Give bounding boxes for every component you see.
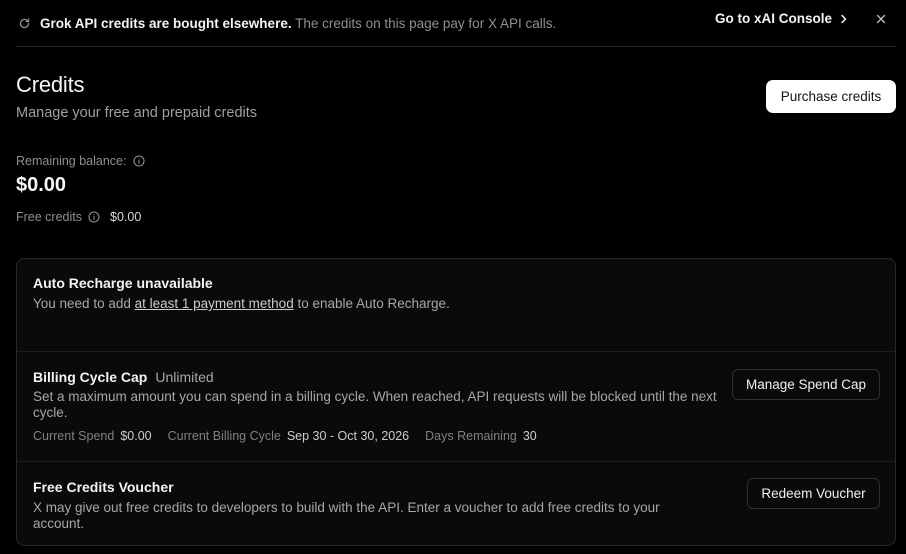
banner-strong-text: Grok API credits are bought elsewhere. xyxy=(40,15,292,31)
auto-recharge-title: Auto Recharge unavailable xyxy=(33,275,213,291)
auto-recharge-section: Auto Recharge unavailable You need to ad… xyxy=(17,259,895,351)
voucher-description: X may give out free credits to developer… xyxy=(33,500,660,531)
billing-cap-status: Unlimited xyxy=(155,369,214,385)
billing-cap-description: Set a maximum amount you can spend in a … xyxy=(33,389,717,420)
days-remaining-label: Days Remaining xyxy=(425,429,517,443)
refresh-icon xyxy=(18,16,32,30)
xai-console-link-label: Go to xAI Console xyxy=(714,11,832,26)
chevron-right-icon xyxy=(840,14,850,24)
info-icon[interactable] xyxy=(132,155,145,167)
billing-cap-title: Billing Cycle Cap xyxy=(33,369,148,385)
remaining-balance-label-row: Remaining balance: xyxy=(16,154,145,168)
current-spend-value: $0.00 xyxy=(120,429,152,443)
free-credits-voucher-section: Free Credits Voucher X may give out free… xyxy=(17,461,895,545)
credits-page: Grok API credits are bought elsewhere. T… xyxy=(0,0,906,554)
banner-text: The credits on this page pay for X API c… xyxy=(291,15,557,31)
info-banner: Grok API credits are bought elsewhere. T… xyxy=(16,0,896,47)
current-spend-label: Current Spend xyxy=(33,429,115,443)
remaining-balance-label: Remaining balance: xyxy=(16,154,127,168)
redeem-voucher-button[interactable]: Redeem Voucher xyxy=(747,478,880,509)
close-icon[interactable] xyxy=(874,12,888,26)
xai-console-link[interactable]: Go to xAI Console xyxy=(715,11,850,26)
billing-cycle-value: Sep 30 - Oct 30, 2026 xyxy=(286,429,410,443)
free-credits-value: $0.00 xyxy=(110,210,142,224)
page-subtitle: Manage your free and prepaid credits xyxy=(16,105,258,121)
auto-recharge-desc-after: to enable Auto Recharge. xyxy=(293,296,450,311)
voucher-title: Free Credits Voucher xyxy=(33,479,174,495)
auto-recharge-description: You need to add at least 1 payment metho… xyxy=(33,296,450,312)
banner-message: Grok API credits are bought elsewhere. T… xyxy=(40,16,556,31)
purchase-credits-button[interactable]: Purchase credits xyxy=(766,80,896,113)
billing-cycle-cap-section: Billing Cycle Cap Unlimited Set a maximum… xyxy=(17,351,895,461)
manage-spend-cap-button[interactable]: Manage Spend Cap xyxy=(732,369,880,400)
free-credits-row: Free credits $0.00 xyxy=(16,210,141,224)
payment-method-link[interactable]: at least 1 payment method xyxy=(135,296,294,311)
billing-cap-title-row: Billing Cycle Cap Unlimited xyxy=(33,369,214,385)
remaining-balance-value: $0.00 xyxy=(16,174,67,196)
credits-settings-card: Auto Recharge unavailable You need to ad… xyxy=(16,258,896,546)
info-icon[interactable] xyxy=(88,211,100,223)
days-remaining-value: 30 xyxy=(522,429,537,443)
billing-cycle-label: Current Billing Cycle xyxy=(167,429,281,443)
auto-recharge-desc-before: You need to add xyxy=(33,296,135,311)
free-credits-label: Free credits xyxy=(16,210,82,224)
page-title: Credits xyxy=(16,72,85,97)
billing-cap-meta: Current Spend $0.00 Current Billing Cycl… xyxy=(33,429,553,443)
